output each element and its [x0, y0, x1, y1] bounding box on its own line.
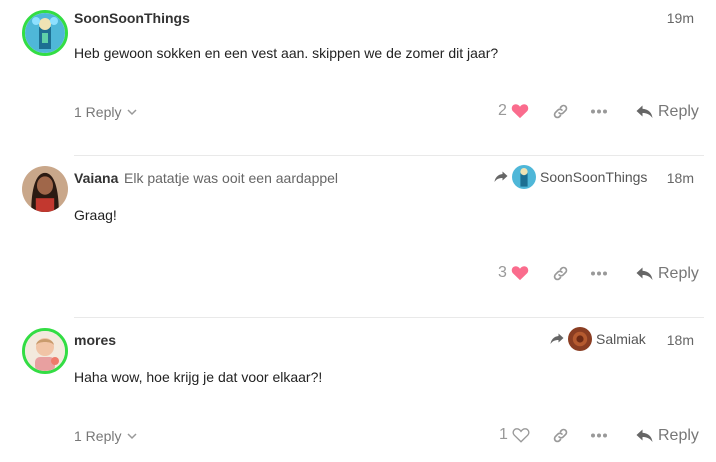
reply-to-avatar: [512, 165, 536, 189]
reply-to-indicator[interactable]: Salmiak: [550, 327, 646, 351]
like-count: 2: [498, 102, 507, 119]
username[interactable]: mores: [74, 332, 116, 348]
link-icon: [553, 428, 568, 443]
avatar-image-icon: [22, 166, 68, 212]
reply-button[interactable]: Reply: [636, 265, 699, 283]
like-button[interactable]: 2: [498, 102, 529, 120]
post-time[interactable]: 18m: [667, 332, 694, 348]
share-arrow-icon: [550, 333, 564, 344]
username[interactable]: Vaiana: [74, 170, 118, 186]
user-title: Elk patatje was ooit een aardappel: [124, 170, 339, 186]
ellipsis-icon: [591, 109, 607, 114]
avatar[interactable]: [22, 328, 68, 374]
ellipsis-icon: [591, 433, 607, 438]
reply-to-username: Salmiak: [596, 331, 646, 347]
link-icon: [553, 266, 568, 281]
copy-link-button[interactable]: [552, 103, 569, 120]
heart-filled-icon: [511, 266, 529, 281]
copy-link-button[interactable]: [552, 427, 569, 444]
post-mores: mores Salmiak 18m Haha wow, hoe krijg je…: [0, 318, 716, 462]
post-body: Heb gewoon sokken en een vest aan. skipp…: [74, 45, 499, 61]
reply-arrow-icon: [636, 105, 653, 118]
like-button[interactable]: 3: [498, 264, 529, 282]
post-time[interactable]: 19m: [667, 10, 694, 26]
post-body: Graag!: [74, 207, 117, 223]
more-options-button[interactable]: [591, 109, 607, 114]
avatar-image-icon: [25, 331, 65, 371]
copy-link-button[interactable]: [552, 265, 569, 282]
avatar-image-icon: [25, 13, 65, 53]
post-soonsoonthings: SoonSoonThings 19m Heb gewoon sokken en …: [0, 0, 716, 155]
reply-arrow-icon: [636, 429, 653, 442]
avatar-image-icon: [512, 165, 536, 189]
more-options-button[interactable]: [591, 271, 607, 276]
like-button[interactable]: 1: [499, 426, 530, 444]
reply-label: Reply: [658, 265, 699, 282]
show-replies-button[interactable]: 1 Reply: [74, 428, 137, 444]
post-time[interactable]: 18m: [667, 170, 694, 186]
more-options-button[interactable]: [591, 433, 607, 438]
like-count: 1: [499, 426, 508, 443]
heart-outline-icon: [512, 428, 530, 443]
post-vaiana: Vaiana Elk patatje was ooit een aardappe…: [0, 156, 716, 316]
username[interactable]: SoonSoonThings: [74, 10, 190, 26]
chevron-down-icon: [127, 108, 137, 115]
replies-count-label: 1 Reply: [74, 428, 122, 444]
reply-to-avatar: [568, 327, 592, 351]
reply-button[interactable]: Reply: [636, 427, 699, 445]
reply-button[interactable]: Reply: [636, 103, 699, 121]
avatar-image-icon: [568, 327, 592, 351]
show-replies-button[interactable]: 1 Reply: [74, 104, 137, 120]
avatar[interactable]: [22, 10, 68, 56]
reply-label: Reply: [658, 427, 699, 444]
reply-label: Reply: [658, 103, 699, 120]
like-count: 3: [498, 264, 507, 281]
reply-to-indicator[interactable]: SoonSoonThings: [494, 165, 647, 189]
heart-filled-icon: [511, 104, 529, 119]
ellipsis-icon: [591, 271, 607, 276]
replies-count-label: 1 Reply: [74, 104, 122, 120]
share-arrow-icon: [494, 171, 508, 182]
reply-arrow-icon: [636, 267, 653, 280]
link-icon: [553, 104, 568, 119]
post-body: Haha wow, hoe krijg je dat voor elkaar?!: [74, 369, 323, 385]
avatar[interactable]: [22, 166, 68, 212]
reply-to-username: SoonSoonThings: [540, 169, 648, 185]
chevron-down-icon: [127, 432, 137, 439]
